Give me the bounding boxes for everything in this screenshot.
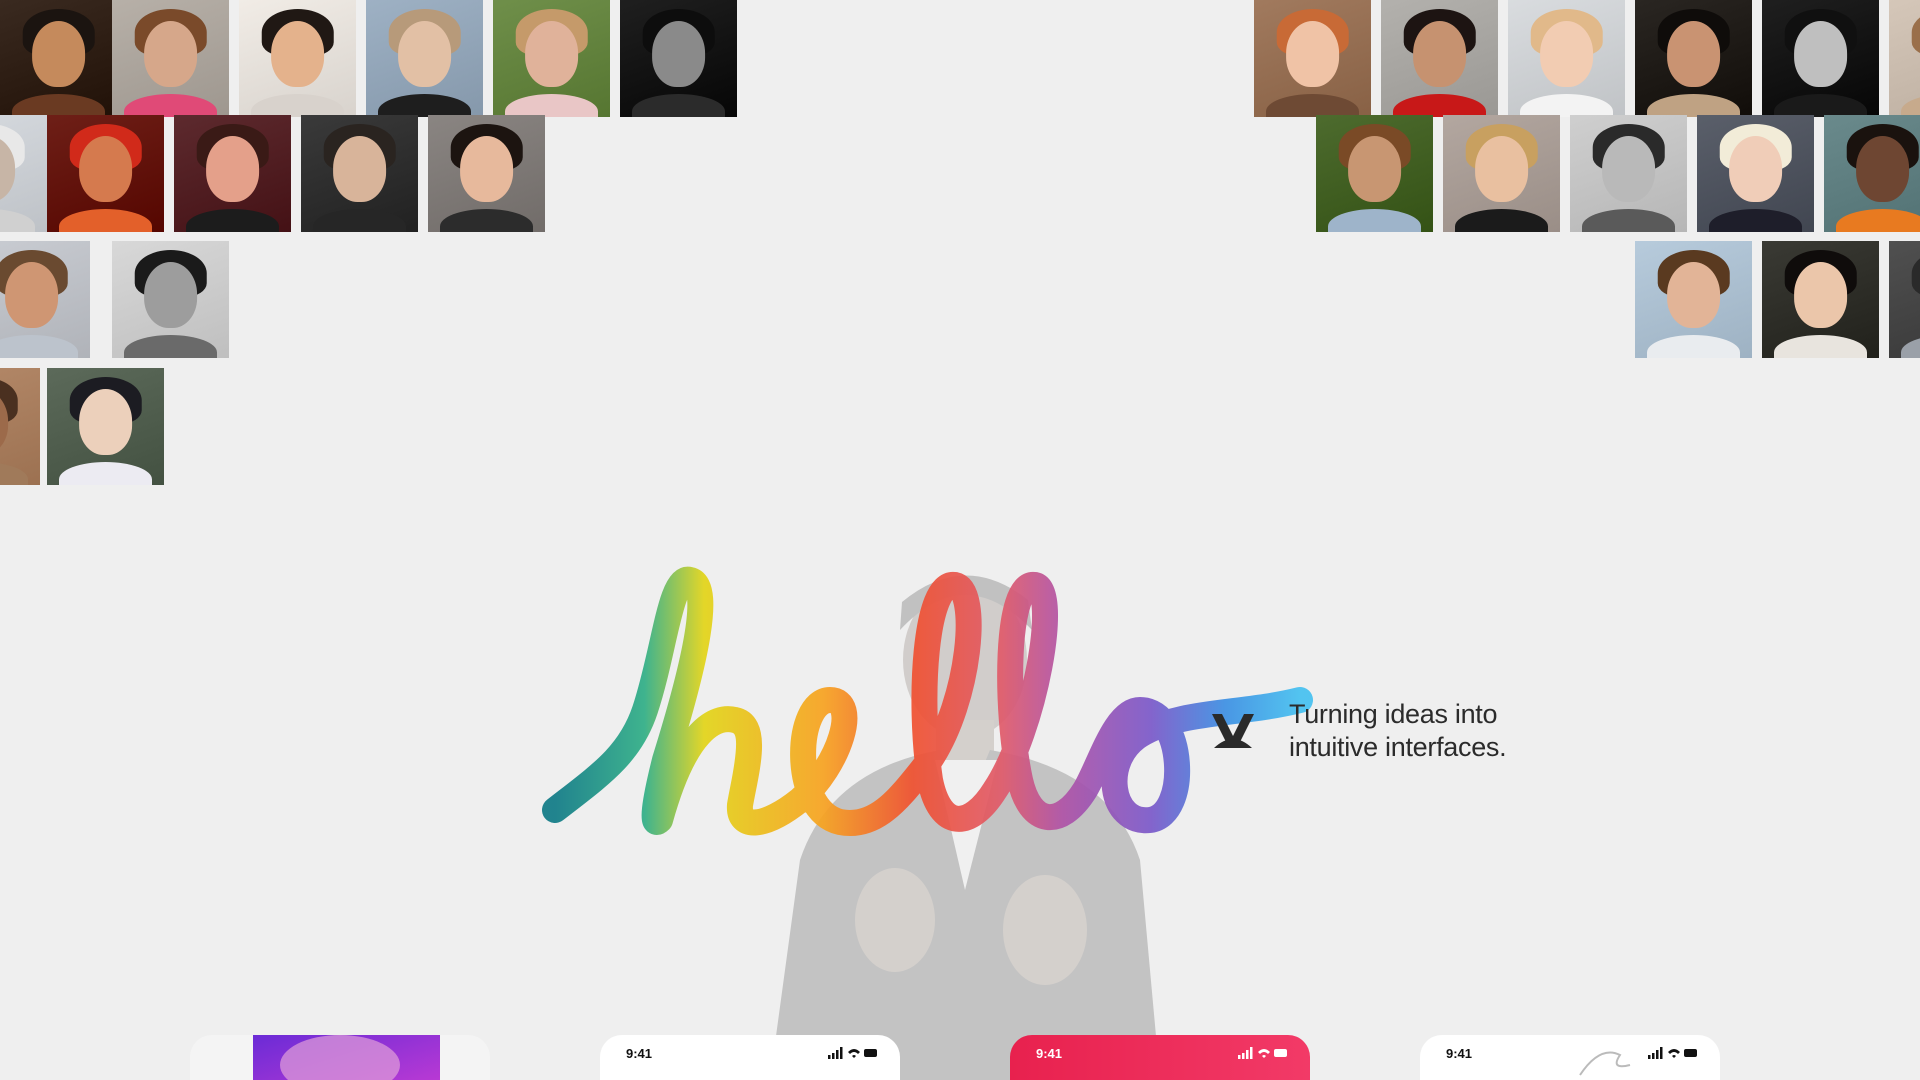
wifi-icon	[848, 1049, 860, 1058]
phone-4-sketch	[1579, 1051, 1631, 1076]
portrait-photo	[174, 115, 291, 232]
portrait-photo	[1443, 115, 1560, 232]
portrait-photo	[0, 115, 47, 232]
portrait-photo	[0, 241, 90, 358]
signal-icon	[828, 1047, 843, 1059]
phone-preview-1[interactable]	[190, 1035, 490, 1080]
portrait-photo	[1635, 241, 1752, 358]
portrait-photo	[0, 368, 40, 485]
hero-canvas: hello Turning ideas into intuitive inter…	[0, 0, 1920, 1080]
portrait-photo	[1824, 115, 1920, 232]
portrait-photo	[1570, 115, 1687, 232]
portrait-photo	[112, 241, 229, 358]
phone-preview-2[interactable]: 9:41	[600, 1035, 900, 1080]
tagline-line-1: Turning ideas into	[1289, 699, 1498, 729]
portrait-photo	[428, 115, 545, 232]
portrait-photo	[47, 368, 164, 485]
portrait-photo	[493, 0, 610, 117]
phone-3-time: 9:41	[1036, 1046, 1063, 1061]
portrait-photo	[1316, 115, 1433, 232]
portrait-photo	[0, 0, 117, 117]
portrait-photo	[239, 0, 356, 117]
phone-preview-3[interactable]: 9:41	[1010, 1035, 1310, 1080]
phone-preview-4[interactable]: 9:41	[1420, 1035, 1720, 1080]
portrait-photo	[112, 0, 229, 117]
portrait-photo	[47, 115, 164, 232]
portrait-photo	[1381, 0, 1498, 117]
portrait-photo	[620, 0, 737, 117]
portrait-photo	[1889, 241, 1920, 358]
phone-2-status-icons	[828, 1047, 878, 1062]
portrait-photo	[1889, 0, 1920, 117]
phone-2-time: 9:41	[626, 1046, 653, 1061]
portrait-photo	[366, 0, 483, 117]
hello-stroke	[542, 567, 1313, 836]
portrait-photo	[1697, 115, 1814, 232]
brand-logo-icon	[1212, 714, 1254, 748]
wifi-icon	[1258, 1049, 1270, 1058]
portrait-photo	[301, 115, 418, 232]
phone-2-status-bar: 9:41	[626, 1045, 878, 1063]
portrait-photo	[1508, 0, 1625, 117]
tagline: Turning ideas into intuitive interfaces.	[1289, 698, 1589, 764]
portrait-photo	[1254, 0, 1371, 117]
phone-3-status-bar: 9:41	[1036, 1045, 1288, 1063]
signal-icon	[1238, 1047, 1253, 1059]
battery-icon	[864, 1049, 877, 1057]
battery-icon	[1274, 1049, 1287, 1057]
tagline-line-2: intuitive interfaces.	[1289, 732, 1507, 762]
portrait-photo	[1762, 241, 1879, 358]
phone-3-status-icons	[1238, 1047, 1288, 1062]
phone-1-artwork	[253, 1035, 440, 1080]
portrait-photo	[1762, 0, 1879, 117]
portrait-photo	[1635, 0, 1752, 117]
